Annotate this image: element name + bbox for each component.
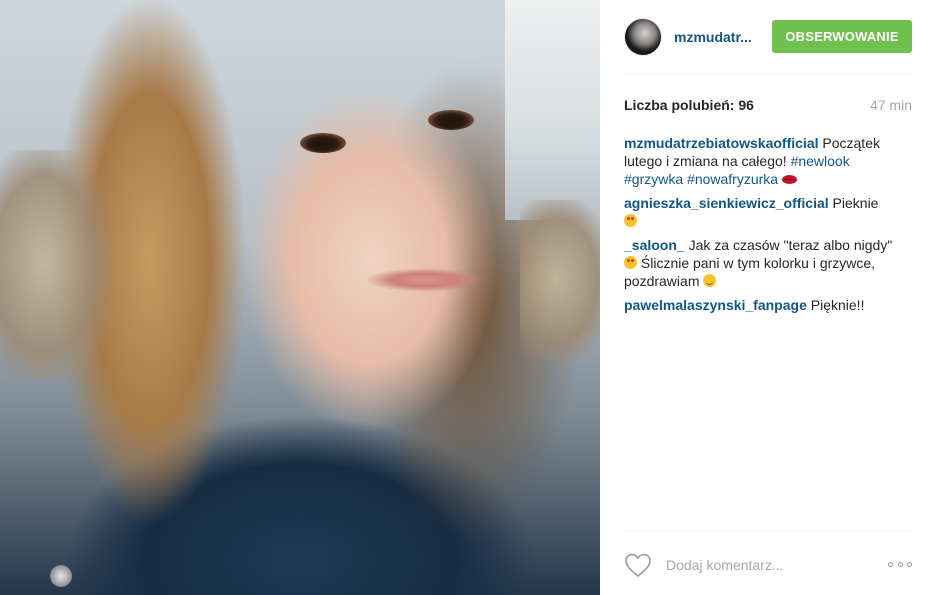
heart-eyes-emoji-icon [624, 256, 637, 269]
hood-fur-right [520, 200, 600, 360]
instagram-post: mzmudatr... OBSERWOWANIE Liczba polubień… [0, 0, 936, 595]
avatar[interactable] [624, 18, 662, 56]
heart-outline-icon[interactable] [624, 552, 652, 578]
stats-row: Liczba polubień: 96 47 min [624, 97, 912, 113]
more-options-icon[interactable] [888, 560, 912, 570]
add-comment-input[interactable] [664, 556, 868, 574]
background-window [505, 0, 600, 220]
comment-username[interactable]: _saloon_ [624, 237, 685, 253]
follow-button[interactable]: OBSERWOWANIE [772, 20, 912, 53]
hood-fur [0, 150, 110, 380]
caption: mzmudatrzebiatowskaofficial Początek lut… [624, 134, 894, 188]
comment-text: Pięknie!! [810, 297, 865, 313]
comment-item: pawelmalaszynski_fanpage Pięknie!! [624, 296, 894, 314]
jacket-zipper [50, 565, 72, 587]
comment-item: agnieszka_sienkiewicz_official Pieknie [624, 194, 894, 230]
comment-username[interactable]: agnieszka_sienkiewicz_official [624, 195, 829, 211]
comment-text: Jak za czasów "teraz albo nigdy" [688, 237, 893, 253]
smile-emoji-icon [703, 274, 717, 287]
left-eye [300, 133, 346, 153]
dot-icon [907, 562, 912, 567]
comments-list: mzmudatrzebiatowskaofficial Początek lut… [624, 134, 894, 320]
hashtag-grzywka[interactable]: #grzywka [624, 171, 683, 187]
post-time[interactable]: 47 min [870, 97, 912, 113]
heart-eyes-emoji-icon [624, 214, 637, 227]
footer-divider [624, 531, 912, 532]
post-header: mzmudatr... OBSERWOWANIE [624, 16, 912, 58]
comment-text-continued: Ślicznie pani w tym kolorku i grzywce, p… [624, 255, 876, 289]
hashtag-newlook[interactable]: #newlook [791, 153, 850, 169]
caption-username[interactable]: mzmudatrzebiatowskaofficial [624, 135, 819, 151]
post-side-panel: mzmudatr... OBSERWOWANIE Liczba polubień… [600, 0, 936, 595]
comment-username[interactable]: pawelmalaszynski_fanpage [624, 297, 807, 313]
header-divider [624, 74, 912, 75]
hashtag-nowafryzurka[interactable]: #nowafryzurka [687, 171, 778, 187]
right-eye [428, 110, 474, 130]
comment-text: Pieknie [832, 195, 879, 211]
dot-icon [888, 562, 893, 567]
likes-count[interactable]: Liczba polubień: 96 [624, 97, 754, 113]
dot-icon [897, 562, 903, 567]
lips-icon [781, 175, 797, 184]
post-photo[interactable] [0, 0, 600, 595]
comment-item: _saloon_ Jak za czasów "teraz albo nigdy… [624, 236, 894, 290]
author-username[interactable]: mzmudatr... [674, 29, 764, 45]
post-footer [624, 548, 912, 582]
